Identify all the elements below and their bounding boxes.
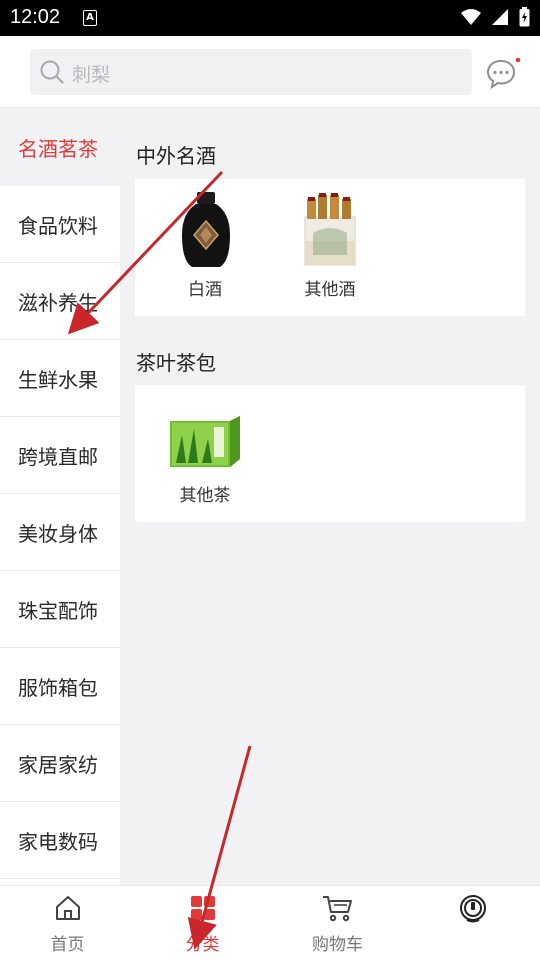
category-sidebar: 名酒茗茶 食品饮料 滋补养生 生鲜水果 跨境直邮 美妆身体 珠宝配饰 服饰箱包 … (0, 109, 120, 885)
tea-box-image (170, 416, 240, 467)
section-title: 中外名酒 (136, 144, 216, 168)
category-content: 中外名酒 白酒 其他酒 茶叶茶包 其他茶 (120, 109, 540, 885)
section-card: 其他茶 (135, 385, 525, 522)
battery-icon (519, 7, 530, 27)
section-card: 白酒 其他酒 (135, 179, 525, 316)
subcategory-baijiu[interactable]: 白酒 (150, 191, 260, 303)
home-icon (55, 896, 80, 920)
tab-label: 首页 (50, 935, 85, 955)
tab-category[interactable]: 分类 (135, 886, 270, 960)
wifi-icon (461, 9, 481, 25)
tab-label: 购物车 (312, 935, 363, 955)
liquor-gift-box-image (304, 193, 356, 266)
tab-label: 分类 (185, 935, 220, 955)
sidebar-item-food-drinks[interactable]: 食品饮料 (0, 186, 120, 263)
search-placeholder: 刺梨 (72, 64, 111, 86)
system-icons (461, 7, 530, 27)
sidebar-item-cross-border[interactable]: 跨境直邮 (0, 417, 120, 494)
notification-a-icon: A (83, 10, 97, 26)
section-title: 茶叶茶包 (136, 351, 216, 375)
tab-cart[interactable]: 购物车 (270, 886, 405, 960)
category-grid-icon (190, 896, 215, 920)
profile-icon (459, 895, 486, 923)
search-icon (40, 60, 64, 84)
search-header: 刺梨 (0, 36, 540, 108)
sidebar-item-apparel-bags[interactable]: 服饰箱包 (0, 648, 120, 725)
baijiu-bottle-image (182, 192, 230, 267)
bottom-tab-bar: 首页 分类 购物车 (0, 885, 540, 960)
sidebar-item-health[interactable]: 滋补养生 (0, 263, 120, 340)
sidebar-item-jewelry[interactable]: 珠宝配饰 (0, 571, 120, 648)
message-icon[interactable] (486, 56, 522, 90)
subcategory-label: 其他茶 (179, 486, 231, 506)
status-time: 12:02 (10, 6, 61, 28)
subcategory-label: 其他酒 (304, 280, 356, 300)
signal-icon (492, 9, 508, 25)
sidebar-item-mingjiu-mingcha[interactable]: 名酒茗茶 (0, 109, 120, 186)
tab-profile[interactable] (405, 886, 540, 960)
sidebar-item-fresh-fruit[interactable]: 生鲜水果 (0, 340, 120, 417)
tab-home[interactable]: 首页 (0, 886, 135, 960)
search-input[interactable]: 刺梨 (30, 49, 472, 95)
cart-icon (322, 896, 352, 922)
subcategory-label: 白酒 (188, 280, 222, 300)
sidebar-item-electronics[interactable]: 家电数码 (0, 802, 120, 879)
sidebar-item-beauty[interactable]: 美妆身体 (0, 494, 120, 571)
subcategory-other-tea[interactable]: 其他茶 (150, 397, 260, 509)
status-bar: 12:02 A (0, 0, 540, 36)
subcategory-other-liquor[interactable]: 其他酒 (275, 191, 385, 303)
sidebar-item-home-textiles[interactable]: 家居家纺 (0, 725, 120, 802)
